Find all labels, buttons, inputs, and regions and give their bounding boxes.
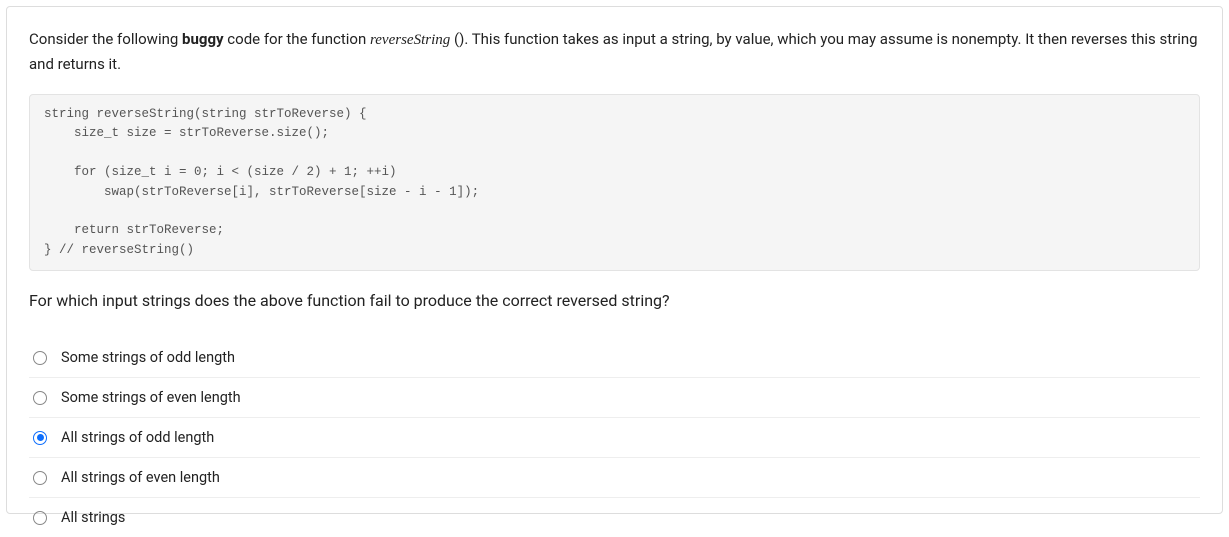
option-label: All strings of odd length [61,429,214,446]
option-2[interactable]: All strings of odd length [29,418,1200,458]
option-0[interactable]: Some strings of odd length [29,338,1200,378]
stem-text-mid1: code for the function [224,30,370,48]
option-label: All strings [61,509,125,526]
option-3[interactable]: All strings of even length [29,458,1200,498]
function-name: reverseString [370,32,450,48]
option-4[interactable]: All strings [29,498,1200,537]
stem-bold: buggy [182,30,224,48]
option-label: Some strings of odd length [61,349,235,366]
options-list: Some strings of odd length Some strings … [29,338,1200,537]
stem-text-pre: Consider the following [29,30,182,48]
radio-icon[interactable] [33,431,47,445]
stem-paren: () [450,30,464,48]
question-stem: Consider the following buggy code for th… [29,27,1200,76]
radio-icon[interactable] [33,351,47,365]
option-1[interactable]: Some strings of even length [29,378,1200,418]
question-card: Consider the following buggy code for th… [6,6,1223,514]
option-label: All strings of even length [61,469,220,486]
question-prompt: For which input strings does the above f… [29,291,1200,310]
code-block: string reverseString(string strToReverse… [29,94,1200,271]
radio-icon[interactable] [33,511,47,525]
radio-icon[interactable] [33,471,47,485]
radio-icon[interactable] [33,391,47,405]
option-label: Some strings of even length [61,389,241,406]
